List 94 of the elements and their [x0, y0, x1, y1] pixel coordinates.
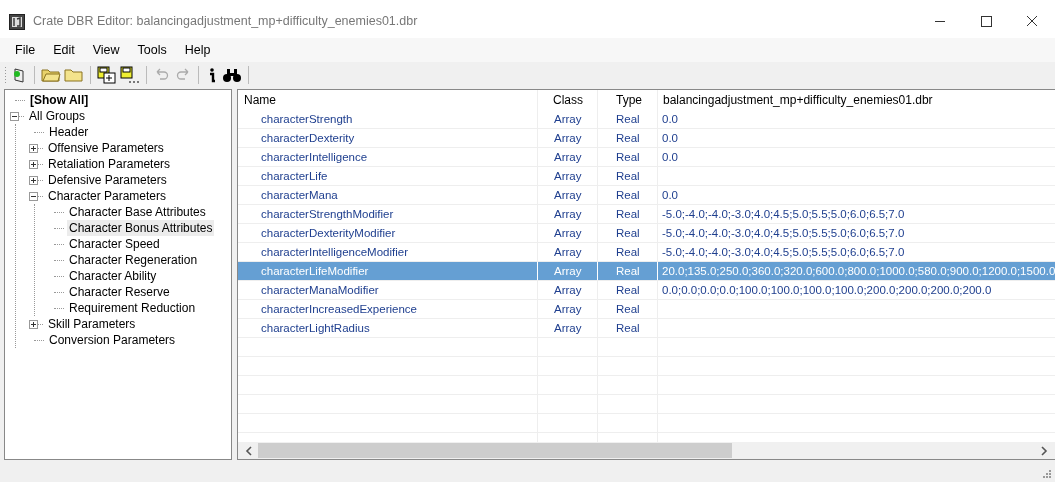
table-cell: characterLightRadius — [261, 322, 370, 334]
tree-item[interactable]: Character Bonus Attributes — [67, 220, 215, 236]
tree-item[interactable]: Defensive Parameters — [46, 172, 169, 188]
menu-item[interactable]: Edit — [44, 43, 84, 57]
tree-item[interactable]: All Groups — [27, 108, 88, 124]
table-row[interactable]: characterStrength Array Real 0.0 — [238, 110, 1055, 129]
table-cell: Array — [554, 132, 582, 144]
table-cell: Array — [554, 227, 582, 239]
table-row[interactable]: characterStrengthModifier Array Real -5.0;-4.0;-4.0;-3.0;4.0;4.5;5.0;5.5;5.0;6.0;6.5;7.0 — [238, 205, 1055, 224]
save-icon[interactable] — [120, 65, 140, 84]
table-cell: Real — [616, 170, 640, 182]
table-cell: Array — [554, 284, 582, 296]
table-cell: -5.0;-4.0;-4.0;-3.0;4.0;4.5;5.0;5.5;5.0;6.0;6.5;7.0 — [662, 227, 905, 239]
app-icon — [9, 14, 25, 30]
table-cell: Array — [554, 170, 582, 182]
table-row[interactable]: characterLightRadius Array Real — [238, 319, 1055, 338]
menu-item[interactable]: File — [6, 43, 45, 57]
tree-item[interactable]: Character Regeneration — [67, 252, 200, 268]
scrollbar-thumb[interactable] — [258, 443, 732, 458]
table-row[interactable]: characterIncreasedExperience Array Real — [238, 300, 1055, 319]
table-cell: Real — [616, 284, 640, 296]
table-cell: characterStrengthModifier — [261, 208, 394, 220]
table-cell: Real — [616, 265, 640, 277]
column-header[interactable]: Class — [538, 90, 598, 110]
column-header[interactable]: Name — [238, 90, 538, 110]
tree-item[interactable]: Character Reserve — [67, 284, 172, 300]
column-header[interactable]: balancingadjustment_mp+difficulty_enemies01.dbr — [658, 90, 1055, 110]
table-cell: 0.0 — [662, 189, 678, 201]
expand-icon[interactable] — [29, 159, 38, 169]
resize-grip-icon[interactable] — [1040, 467, 1052, 479]
table-cell: Array — [554, 208, 582, 220]
table-cell: characterDexterity — [261, 132, 355, 144]
table-cell: characterIncreasedExperience — [261, 303, 417, 315]
table-cell: characterMana — [261, 189, 338, 201]
collapse-icon[interactable] — [10, 111, 19, 121]
table-cell: characterDexterityModifier — [261, 227, 396, 239]
table-cell: Real — [616, 227, 640, 239]
table-cell: Real — [616, 113, 640, 125]
table-row[interactable]: characterDexterity Array Real 0.0 — [238, 129, 1055, 148]
table-cell: Array — [554, 189, 582, 201]
tree-item[interactable]: Conversion Parameters — [47, 332, 178, 348]
table-cell: Real — [616, 303, 640, 315]
table-cell: Real — [616, 151, 640, 163]
table-cell: characterStrength — [261, 113, 353, 125]
menu-item[interactable]: View — [83, 43, 129, 57]
table-cell: -5.0;-4.0;-4.0;-3.0;4.0;4.5;5.0;5.5;5.0;6.0;6.5;7.0 — [662, 208, 905, 220]
table-row[interactable]: characterLife Array Real — [238, 167, 1055, 186]
table-row[interactable]: characterManaModifier Array Real 0.0;0.0;0.0;0.0;100.0;100.0;100.0;100.0;200.0;200.0;200.0;200.0 — [238, 281, 1055, 300]
table-cell: 20.0;135.0;250.0;360.0;320.0;600.0;800.0;1000.0;580.0;900.0;1200.0;1500.0 — [662, 265, 1055, 277]
table-cell: characterLifeModifier — [261, 265, 369, 277]
table-row[interactable]: characterIntelligence Array Real 0.0 — [238, 148, 1055, 167]
table-cell: Array — [554, 246, 582, 258]
table-cell: 0.0 — [662, 132, 678, 144]
save-icon[interactable] — [97, 65, 117, 84]
tree-item[interactable]: Retaliation Parameters — [46, 156, 173, 172]
table-cell: Real — [616, 246, 640, 258]
column-header[interactable]: Type — [598, 90, 658, 110]
table-cell: Array — [554, 265, 582, 277]
tree-item[interactable]: Skill Parameters — [46, 316, 138, 332]
tree-item[interactable]: Character Speed — [67, 236, 162, 252]
tree-item[interactable]: Offensive Parameters — [46, 140, 166, 156]
toolbar-grip — [4, 65, 7, 84]
table-cell: characterManaModifier — [261, 284, 379, 296]
table-cell: Array — [554, 303, 582, 315]
tree-item[interactable]: Requirement Reduction — [67, 300, 198, 316]
horizontal-scrollbar[interactable] — [238, 442, 1055, 459]
table-cell: -5.0;-4.0;-4.0;-3.0;4.0;4.5;5.0;5.5;5.0;6.0;6.5;7.0 — [662, 246, 905, 258]
table-cell: Array — [554, 322, 582, 334]
window-title: Crate DBR Editor: balancingadjustment_mp+difficulty_enemies01.dbr — [33, 14, 418, 28]
table-row[interactable]: characterMana Array Real 0.0 — [238, 186, 1055, 205]
menu-item[interactable]: Tools — [128, 43, 176, 57]
table-cell: characterIntelligenceModifier — [261, 246, 409, 258]
table-cell: characterLife — [261, 170, 328, 182]
table-cell: Real — [616, 208, 640, 220]
tree-item[interactable]: [Show All] — [28, 92, 91, 108]
menu-item[interactable]: Help — [175, 43, 220, 57]
table-cell: 0.0 — [662, 113, 678, 125]
table-cell: 0.0;0.0;0.0;0.0;100.0;100.0;100.0;100.0;200.0;200.0;200.0;200.0 — [662, 284, 992, 296]
table-cell: Real — [616, 322, 640, 334]
table-cell: Array — [554, 113, 582, 125]
table-cell: 0.0 — [662, 151, 678, 163]
table-cell: Real — [616, 189, 640, 201]
expand-icon[interactable] — [29, 143, 38, 153]
expand-icon[interactable] — [29, 319, 38, 329]
expand-icon[interactable] — [29, 175, 38, 185]
table-cell: Real — [616, 132, 640, 144]
table-cell: Array — [554, 151, 582, 163]
tree-item[interactable]: Header — [47, 124, 91, 140]
tree-item[interactable]: Character Ability — [67, 268, 159, 284]
table-row[interactable]: characterDexterityModifier Array Real -5.0;-4.0;-4.0;-3.0;4.0;4.5;5.0;5.5;5.0;6.0;6.5;7.0 — [238, 224, 1055, 243]
table-cell: characterIntelligence — [261, 151, 368, 163]
collapse-icon[interactable] — [29, 191, 38, 201]
tree-item[interactable]: Character Base Attributes — [67, 204, 208, 220]
tree-item[interactable]: Character Parameters — [46, 188, 169, 204]
